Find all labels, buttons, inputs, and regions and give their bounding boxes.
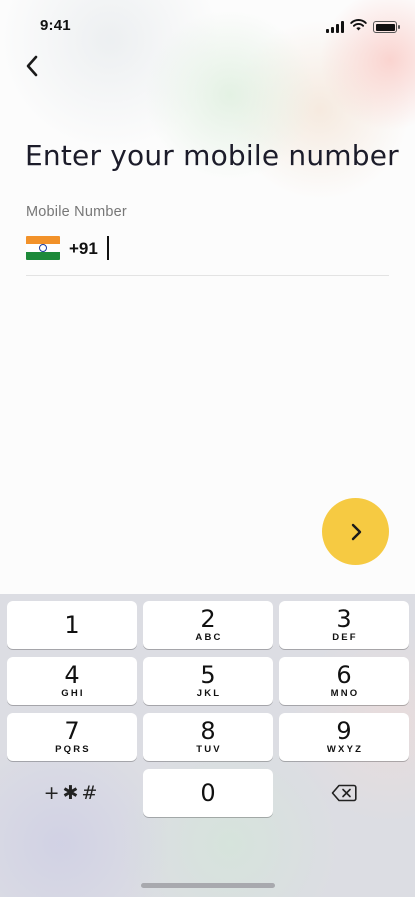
phone-number-field[interactable]: +91	[26, 232, 389, 276]
key-2[interactable]: 2 ABC	[143, 601, 273, 649]
key-digit: 7	[64, 717, 80, 745]
key-letters: WXYZ	[326, 744, 364, 755]
delete-key[interactable]	[279, 769, 409, 817]
key-3[interactable]: 3 DEF	[279, 601, 409, 649]
wifi-icon	[350, 18, 367, 36]
key-letters: DEF	[332, 632, 358, 643]
next-button[interactable]	[322, 498, 389, 565]
key-digit: 3	[336, 605, 352, 633]
key-digit: 5	[200, 661, 216, 689]
key-4[interactable]: 4 GHI	[7, 657, 137, 705]
key-7[interactable]: 7 PQRS	[7, 713, 137, 761]
symbols-key[interactable]: +✱#	[7, 769, 137, 817]
key-0[interactable]: 0	[143, 769, 273, 817]
chevron-right-icon	[351, 523, 361, 540]
back-button[interactable]	[18, 52, 46, 80]
key-5[interactable]: 5 JKL	[143, 657, 273, 705]
signal-icon	[326, 21, 344, 33]
symbols-label: +✱#	[43, 782, 101, 804]
key-digit: 2	[200, 605, 216, 633]
phone-number-input[interactable]	[110, 234, 380, 264]
key-digit: 0	[200, 779, 216, 807]
mobile-number-screen: 9:41 Enter your mobile number Mobile Num…	[0, 0, 415, 897]
key-1[interactable]: 1	[7, 601, 137, 649]
home-indicator	[141, 883, 275, 888]
backspace-icon	[331, 784, 357, 802]
key-letters: MNO	[330, 688, 360, 699]
numeric-keypad: 1 2 ABC 3 DEF 4 GHI 5 JKL 6 MNO 7 PQRS 8	[0, 594, 415, 897]
country-code[interactable]: +91	[69, 239, 98, 259]
key-digit: 8	[200, 717, 216, 745]
key-letters: ABC	[195, 632, 223, 643]
mobile-number-label: Mobile Number	[26, 204, 127, 220]
india-flag-icon[interactable]	[26, 236, 60, 260]
key-9[interactable]: 9 WXYZ	[279, 713, 409, 761]
chevron-left-icon	[26, 55, 38, 77]
key-letters: JKL	[196, 688, 222, 699]
key-6[interactable]: 6 MNO	[279, 657, 409, 705]
battery-icon	[373, 21, 400, 33]
key-letters: TUV	[196, 744, 222, 755]
key-digit: 4	[64, 661, 80, 689]
status-time: 9:41	[40, 17, 71, 34]
key-letters: GHI	[61, 688, 85, 699]
status-bar: 9:41	[0, 0, 415, 50]
text-cursor	[107, 236, 109, 260]
key-digit: 1	[64, 611, 80, 639]
status-icons	[326, 18, 400, 36]
key-digit: 6	[336, 661, 352, 689]
key-8[interactable]: 8 TUV	[143, 713, 273, 761]
key-digit: 9	[336, 717, 352, 745]
key-letters: PQRS	[55, 744, 91, 755]
page-title: Enter your mobile number	[25, 139, 399, 172]
